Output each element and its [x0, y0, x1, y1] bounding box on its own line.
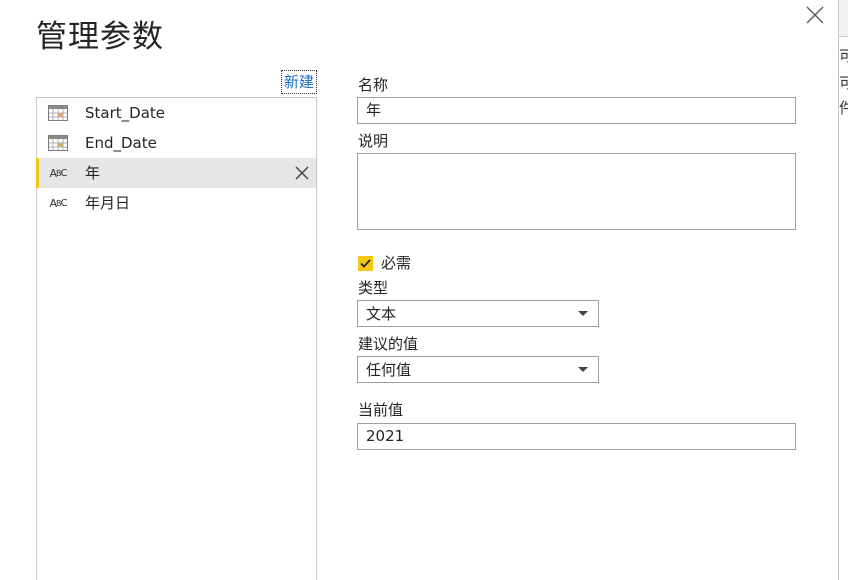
text-type-icon: ABC	[49, 166, 67, 180]
type-select-value: 文本	[366, 305, 397, 323]
suggested-values-select[interactable]: 任何值	[357, 356, 599, 383]
type-select[interactable]: 文本	[357, 300, 599, 327]
chevron-down-icon	[578, 311, 588, 316]
background-text: 件	[839, 101, 848, 116]
parameter-label: 年月日	[85, 194, 131, 212]
text-type-icon: ABC	[49, 196, 67, 210]
background-text: 可	[839, 76, 848, 91]
dialog-title: 管理参数	[36, 19, 164, 55]
type-label: 类型	[358, 279, 389, 297]
background-window: 可 可 件	[838, 0, 848, 580]
calendar-icon	[48, 134, 68, 152]
parameter-item-end-date[interactable]: End_Date	[37, 128, 316, 158]
close-button[interactable]	[804, 4, 826, 26]
name-input[interactable]: 年	[357, 97, 796, 124]
parameter-item-year-month-day[interactable]: ABC 年月日	[37, 188, 316, 218]
name-label: 名称	[358, 76, 389, 94]
current-value-label: 当前值	[358, 401, 404, 419]
current-value-input[interactable]: 2021	[357, 423, 796, 450]
calendar-icon	[48, 104, 68, 122]
new-parameter-link[interactable]: 新建	[280, 70, 318, 94]
description-label: 说明	[358, 132, 389, 150]
required-label: 必需	[381, 254, 412, 272]
background-text: 可	[839, 49, 848, 64]
parameter-label: 年	[85, 164, 101, 182]
required-checkbox[interactable]	[358, 256, 373, 271]
parameter-list: Start_Date End_Date ABC 年 A B C 年月日	[36, 97, 317, 580]
close-icon	[295, 166, 309, 180]
suggested-values-select-value: 任何值	[366, 361, 412, 379]
suggested-values-label: 建议的值	[358, 335, 419, 353]
background-panel	[839, 36, 848, 580]
parameter-label: Start_Date	[85, 104, 165, 122]
parameter-item-start-date[interactable]: Start_Date	[37, 98, 316, 128]
delete-parameter-button[interactable]	[294, 165, 310, 181]
checkmark-icon	[360, 259, 371, 268]
parameter-label: End_Date	[85, 134, 157, 152]
description-textarea[interactable]	[357, 153, 796, 230]
manage-parameters-dialog: 管理参数 新建 Start_Date End_Date A B C 年 A B …	[0, 0, 838, 580]
close-icon	[806, 6, 824, 24]
chevron-down-icon	[578, 367, 588, 372]
parameter-item-year[interactable]: ABC 年	[36, 158, 316, 188]
